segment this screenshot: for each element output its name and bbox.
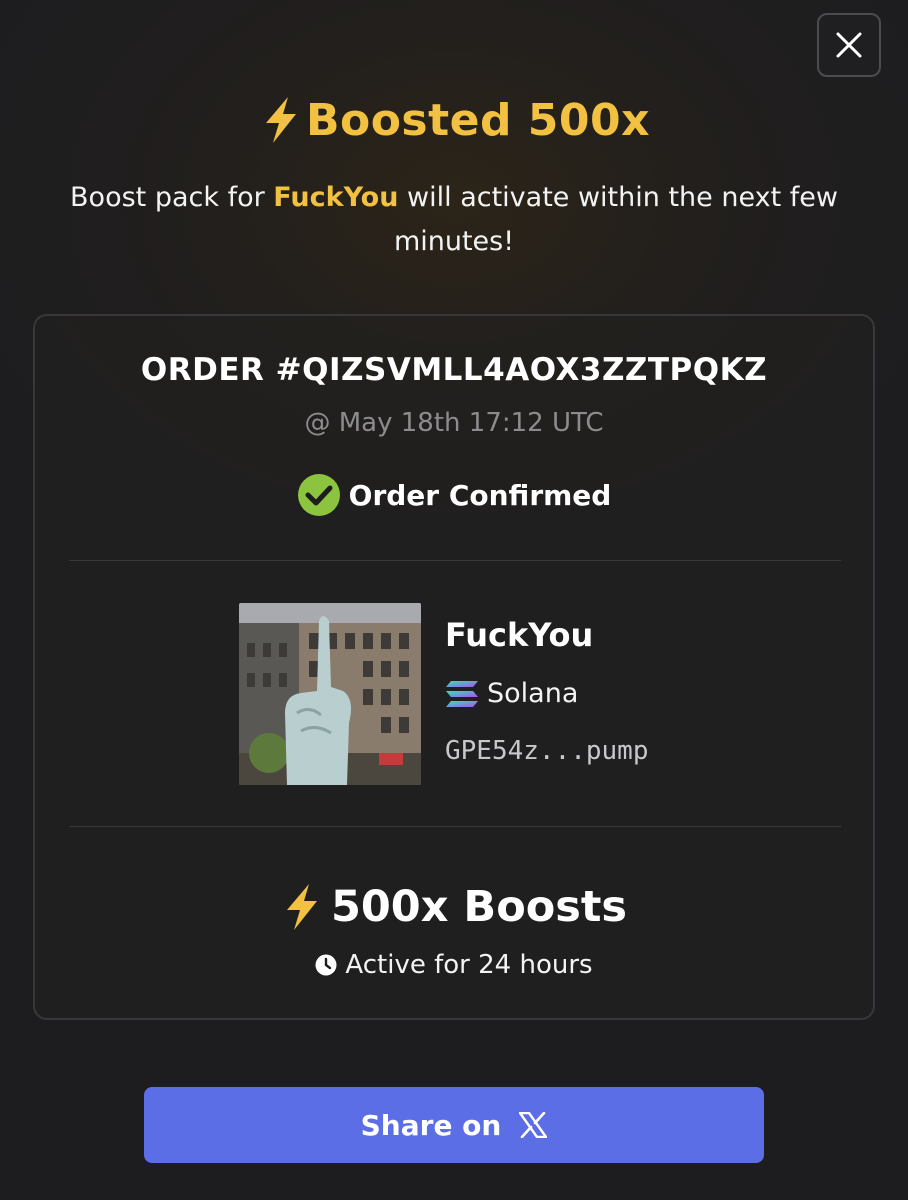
order-status: Order Confirmed (35, 472, 873, 518)
lightning-bolt-icon (286, 884, 317, 930)
chain-name: Solana (487, 678, 579, 709)
check-circle-icon (297, 474, 340, 516)
boost-summary: 500x Boosts (35, 876, 873, 938)
token-image (239, 603, 421, 785)
subtitle-token: FuckYou (273, 182, 399, 213)
share-button-label: Share on (360, 1108, 502, 1142)
x-logo-icon (519, 1112, 548, 1138)
clock-icon (315, 954, 337, 976)
subtitle-suffix: will activate within the next few minute… (393, 182, 838, 257)
boost-duration: Active for 24 hours (35, 946, 873, 984)
title-row: Boosted 500x (0, 88, 908, 152)
divider (69, 826, 841, 827)
token-address: GPE54z...pump (445, 736, 649, 766)
subtitle: Boost pack for FuckYou will activate wit… (40, 176, 868, 264)
share-on-x-button[interactable]: Share on (144, 1087, 764, 1163)
order-id: ORDER #QIZSVMLL4AOX3ZZTPQKZ (140, 352, 768, 388)
divider (69, 560, 841, 561)
order-status-label: Order Confirmed (348, 478, 612, 512)
chain-info: Solana (445, 678, 578, 709)
page-title: Boosted 500x (305, 94, 651, 146)
solana-logo-icon (446, 680, 478, 707)
order-card: ORDER #QIZSVMLL4AOX3ZZTPQKZ @ May 18th 1… (33, 314, 875, 1020)
subtitle-prefix: Boost pack for (70, 182, 274, 213)
boost-amount: 500x Boosts (330, 882, 628, 932)
order-timestamp: @ May 18th 17:12 UTC (304, 408, 604, 438)
close-button[interactable] (817, 13, 881, 77)
close-icon (836, 32, 862, 58)
lightning-bolt-icon (265, 97, 296, 143)
token-name: FuckYou (445, 616, 594, 654)
boost-duration-label: Active for 24 hours (345, 950, 593, 980)
